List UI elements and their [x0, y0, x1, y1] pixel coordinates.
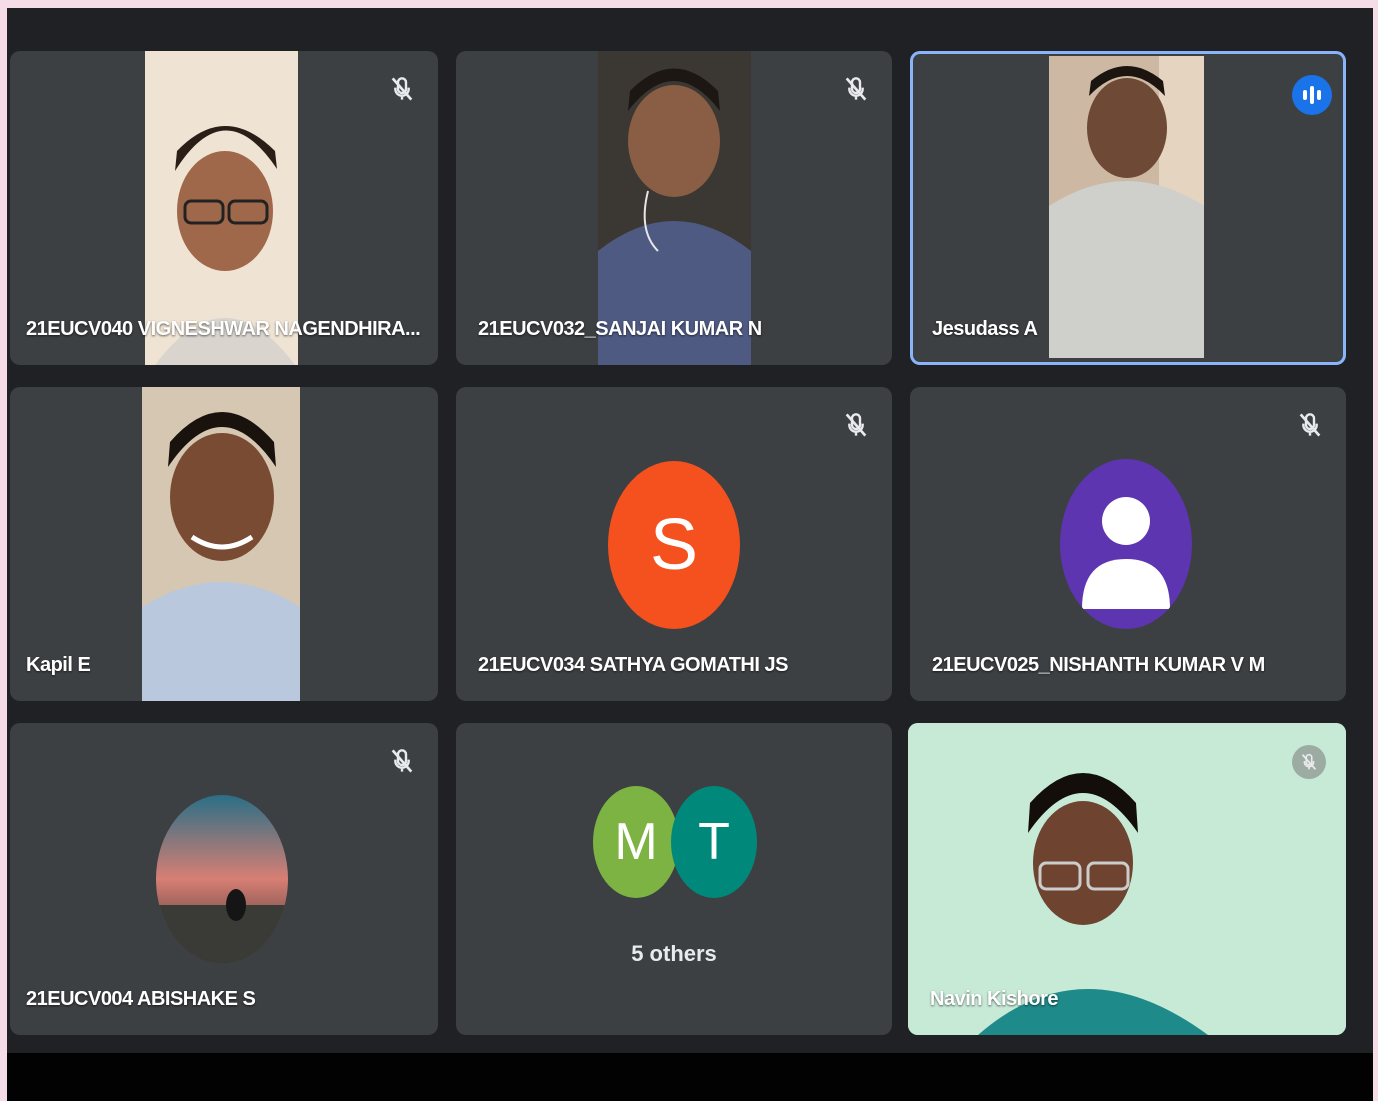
avatar-initial: M — [614, 813, 658, 871]
participant-tile[interactable]: 21EUCV025_NISHANTH KUMAR V M — [910, 387, 1346, 701]
participant-name: Navin Kishore — [930, 988, 1058, 1010]
others-count-label: 5 others — [631, 941, 717, 966]
participant-video — [142, 387, 300, 701]
default-person-avatar-icon — [1060, 459, 1192, 629]
participant-video — [1049, 56, 1204, 358]
participant-tile[interactable]: Navin Kishore — [908, 723, 1346, 1035]
meeting-grid: 21EUCV040 VIGNESHWAR NAGENDHIRA... 21EUC… — [7, 8, 1373, 1101]
participant-tile[interactable]: 21EUCV040 VIGNESHWAR NAGENDHIRA... — [10, 51, 438, 365]
participant-name: Jesudass A — [932, 318, 1038, 340]
participant-name: Kapil E — [26, 654, 91, 676]
mic-off-icon — [386, 73, 418, 105]
mic-off-icon — [840, 409, 872, 441]
avatar-initial: T — [698, 813, 730, 871]
mic-off-icon — [1292, 745, 1326, 779]
mic-off-icon — [1294, 409, 1326, 441]
others-tile[interactable]: M T 5 others — [456, 723, 892, 1035]
mic-off-icon — [840, 73, 872, 105]
participant-name: 21EUCV025_NISHANTH KUMAR V M — [932, 654, 1265, 676]
participant-name: 21EUCV040 VIGNESHWAR NAGENDHIRA... — [26, 318, 421, 340]
participant-name: 21EUCV004 ABISHAKE S — [26, 988, 256, 1010]
participant-tile-speaking[interactable]: Jesudass A — [910, 51, 1346, 365]
participant-tile[interactable]: S 21EUCV034 SATHYA GOMATHI JS — [456, 387, 892, 701]
bottom-bar — [7, 1053, 1373, 1101]
participant-initial-avatar: S — [608, 461, 740, 629]
participant-tile[interactable]: Kapil E — [10, 387, 438, 701]
audio-level-icon — [1292, 75, 1332, 115]
participant-tile[interactable]: 21EUCV004 ABISHAKE S — [10, 723, 438, 1035]
participant-name: 21EUCV034 SATHYA GOMATHI JS — [478, 654, 788, 676]
participant-tile[interactable]: 21EUCV032_SANJAI KUMAR N — [456, 51, 892, 365]
others-avatar: M — [593, 786, 679, 898]
avatar-initial: S — [649, 505, 699, 585]
others-avatar: T — [671, 786, 757, 898]
participant-name: 21EUCV032_SANJAI KUMAR N — [478, 318, 762, 340]
mic-off-icon — [386, 745, 418, 777]
participant-photo-avatar — [156, 795, 288, 963]
